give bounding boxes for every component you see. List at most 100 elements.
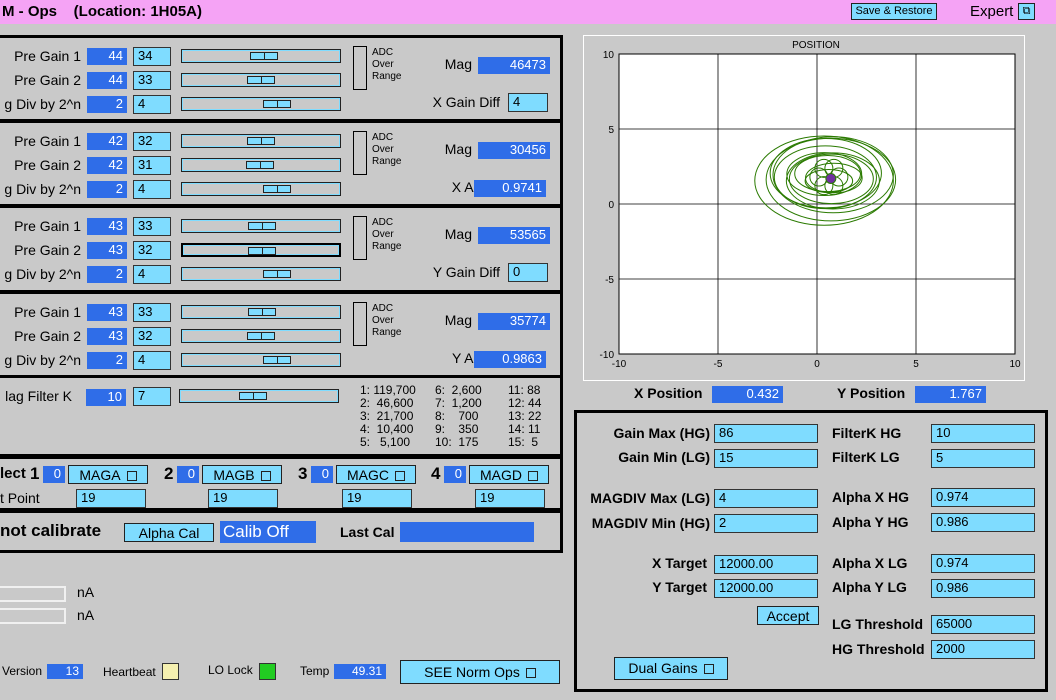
alpha-y-lg-input[interactable]: 0.986 — [931, 579, 1035, 598]
heartbeat-indicator — [162, 663, 179, 680]
pre1-slider[interactable] — [181, 219, 341, 233]
pre1-setpoint[interactable]: 44 — [87, 48, 127, 65]
div-slider[interactable] — [181, 97, 341, 111]
set-point-input[interactable]: 19 — [208, 489, 278, 508]
pre2-readback[interactable]: 32 — [133, 327, 171, 346]
slider-knob[interactable] — [262, 100, 291, 108]
gain-min-input[interactable]: 15 — [714, 449, 818, 468]
menu-indicator-icon — [528, 471, 538, 482]
y-target-label: Y Target — [652, 579, 707, 595]
pre2-setpoint[interactable]: 43 — [87, 328, 127, 345]
filterk-lg-input[interactable]: 5 — [931, 449, 1035, 468]
slider-knob[interactable] — [238, 392, 267, 400]
slider-knob[interactable] — [247, 76, 275, 84]
pre2-slider[interactable] — [181, 158, 341, 172]
select-menu-button[interactable]: MAGC — [336, 465, 416, 484]
x-target-input[interactable]: 12000.00 — [714, 555, 818, 574]
filter-k-slider[interactable] — [179, 389, 339, 403]
select-menu-button[interactable]: MAGA — [68, 465, 148, 484]
pre2-readback[interactable]: 31 — [133, 156, 171, 175]
div-slider[interactable] — [181, 182, 341, 196]
menu-indicator-icon — [703, 664, 714, 675]
slider-knob[interactable] — [248, 222, 277, 230]
alpha-cal-button[interactable]: Alpha Cal — [124, 523, 214, 542]
hg-threshold-input[interactable]: 2000 — [931, 640, 1035, 659]
pre1-readback[interactable]: 32 — [133, 132, 171, 151]
lg-threshold-input[interactable]: 65000 — [931, 615, 1035, 634]
mag-label: Mag — [444, 141, 472, 157]
div-readback[interactable]: 4 — [133, 95, 171, 114]
pre2-setpoint[interactable]: 42 — [87, 157, 127, 174]
accept-button[interactable]: Accept — [757, 606, 819, 625]
channel-panel: Pre Gain 1 42 32 Pre Gain 2 42 31 g Div by 2^n… — [0, 120, 563, 207]
select-menu-label: MAGA — [79, 467, 121, 483]
div-setpoint[interactable]: 2 — [87, 96, 127, 113]
y-target-input[interactable]: 12000.00 — [714, 579, 818, 598]
slider-knob[interactable] — [262, 185, 291, 193]
set-point-input[interactable]: 19 — [342, 489, 412, 508]
div-setpoint[interactable]: 2 — [87, 181, 127, 198]
point-label: t Point — [0, 490, 40, 506]
dual-gains-button[interactable]: Dual Gains — [614, 657, 728, 680]
pre2-slider[interactable] — [181, 329, 341, 343]
pre1-setpoint[interactable]: 43 — [87, 304, 127, 321]
slider-knob[interactable] — [247, 137, 275, 145]
filter-k-readback[interactable]: 7 — [133, 387, 171, 406]
div-slider[interactable] — [181, 267, 341, 281]
slider-knob[interactable] — [245, 161, 274, 169]
pre2-setpoint[interactable]: 43 — [87, 242, 127, 259]
alpha-y-hg-input[interactable]: 0.986 — [931, 513, 1035, 532]
extra-input[interactable]: 0 — [508, 263, 548, 282]
select-menu-button[interactable]: MAGB — [202, 465, 282, 484]
alpha-x-hg-input[interactable]: 0.974 — [931, 488, 1035, 507]
slider-knob[interactable] — [262, 356, 291, 364]
gain-max-input[interactable]: 86 — [714, 424, 818, 443]
pre1-readback[interactable]: 33 — [133, 303, 171, 322]
div-slider[interactable] — [181, 353, 341, 367]
pre1-setpoint[interactable]: 42 — [87, 133, 127, 150]
filter-k-setpoint[interactable]: 10 — [86, 389, 126, 406]
div-readback[interactable]: 4 — [133, 180, 171, 199]
menu-indicator-icon — [260, 471, 271, 482]
magdiv-max-input[interactable]: 4 — [714, 489, 818, 508]
pre1-slider[interactable] — [181, 49, 341, 63]
pre2-setpoint[interactable]: 44 — [87, 72, 127, 89]
div-readback[interactable]: 4 — [133, 351, 171, 370]
pre2-slider[interactable] — [181, 243, 341, 257]
pre1-readback[interactable]: 34 — [133, 47, 171, 66]
chart-title: POSITION — [792, 40, 840, 51]
slider-knob[interactable] — [247, 332, 275, 340]
slider-knob[interactable] — [249, 52, 278, 60]
div-setpoint[interactable]: 2 — [87, 352, 127, 369]
pre1-slider[interactable] — [181, 134, 341, 148]
adc-overrange-label: ADC Over Range — [372, 217, 401, 253]
pre2-label: Pre Gain 2 — [14, 328, 81, 344]
div-readback[interactable]: 4 — [133, 265, 171, 284]
alpha-x-lg-input[interactable]: 0.974 — [931, 554, 1035, 573]
y-position-label: Y Position — [837, 385, 906, 401]
save-restore-button[interactable]: Save & Restore — [851, 3, 937, 20]
pre1-slider[interactable] — [181, 305, 341, 319]
div-setpoint[interactable]: 2 — [87, 266, 127, 283]
select-menu-button[interactable]: MAGD — [469, 465, 549, 484]
calib-status: not calibrate — [0, 521, 102, 540]
alpha-x-lg-label: Alpha X LG — [832, 555, 908, 571]
see-norm-ops-button[interactable]: SEE Norm Ops — [400, 660, 560, 684]
extra-input[interactable]: 4 — [508, 93, 548, 112]
window-icon[interactable]: ⧉ — [1018, 3, 1035, 20]
magdiv-min-input[interactable]: 2 — [714, 514, 818, 533]
pre1-setpoint[interactable]: 43 — [87, 218, 127, 235]
slider-knob[interactable] — [262, 270, 291, 278]
slider-knob[interactable] — [248, 308, 277, 316]
pre2-readback[interactable]: 33 — [133, 71, 171, 90]
set-point-input[interactable]: 19 — [475, 489, 545, 508]
pre2-slider[interactable] — [181, 73, 341, 87]
filterk-lg-label: FilterK LG — [832, 449, 900, 465]
pre1-label: Pre Gain 1 — [14, 218, 81, 234]
slider-knob[interactable] — [248, 247, 276, 255]
extra-value: 0.9863 — [474, 351, 546, 368]
pre1-readback[interactable]: 33 — [133, 217, 171, 236]
filterk-hg-input[interactable]: 10 — [931, 424, 1035, 443]
pre2-readback[interactable]: 32 — [133, 241, 171, 260]
set-point-input[interactable]: 19 — [76, 489, 146, 508]
